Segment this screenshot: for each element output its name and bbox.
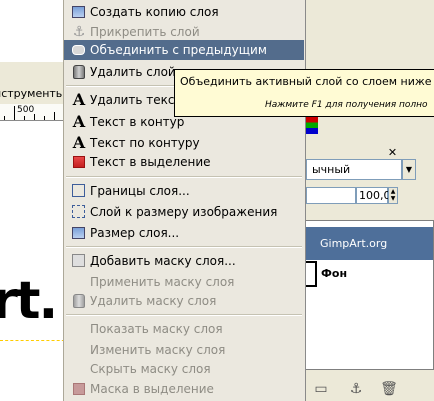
text-tool-icon: A xyxy=(72,133,86,152)
tooltip: Объединить активный слой со слоем ниже в… xyxy=(174,69,434,117)
ruler-tick xyxy=(24,116,25,120)
menu-item-label: Размер слоя... xyxy=(90,226,180,240)
opacity-value: 100,0 xyxy=(359,189,391,202)
chevron-down-icon[interactable]: ▼ xyxy=(402,159,416,180)
menu-item-label: Слой к размеру изображения xyxy=(90,205,278,219)
menu-item-merge-down[interactable]: Объединить с предыдущим xyxy=(64,40,304,60)
menu-item-text-along-path[interactable]: A Текст по контуру xyxy=(64,133,304,153)
add-mask-icon xyxy=(71,253,87,269)
menu-item-layer-boundary-size[interactable]: Границы слоя... xyxy=(64,181,304,201)
menu-item-label: Текст в выделение xyxy=(90,155,211,169)
layers-bottom-toolbar: ▭ ⚓ 🗑 xyxy=(302,376,434,401)
scale-layer-icon xyxy=(71,225,87,241)
layers-list: GimpArt.org Фон xyxy=(302,220,434,370)
layer-to-image-size-icon xyxy=(71,204,87,220)
menu-item-label: Удалить слой xyxy=(90,65,176,79)
menu-item-mask-to-selection[interactable]: Маска в выделение xyxy=(64,379,304,399)
ruler-tick xyxy=(54,112,55,120)
menu-item-label: Объединить с предыдущим xyxy=(90,43,267,57)
layer-row-selected[interactable]: GimpArt.org xyxy=(303,227,433,260)
trash-can-icon xyxy=(71,293,87,309)
menu-item-duplicate-layer[interactable]: Создать копию слоя xyxy=(64,2,304,22)
anchor-layer-icon[interactable]: ⚓ xyxy=(347,380,365,398)
selection-red-icon xyxy=(71,381,87,397)
menu-separator xyxy=(66,314,302,316)
horizontal-ruler: 500 xyxy=(0,104,70,121)
close-icon[interactable]: ✕ xyxy=(386,146,399,159)
new-layer-icon[interactable]: ▭ xyxy=(312,380,330,398)
text-tool-icon: A xyxy=(72,90,86,109)
trash-can-icon xyxy=(71,64,87,80)
menu-item-label: Удалить маску слоя xyxy=(90,294,217,308)
menu-separator xyxy=(66,176,302,178)
menu-item-scale-layer[interactable]: Размер слоя... xyxy=(64,223,304,243)
layers-dock: ✕ ычный ▼ 100,0 ▲ ▼ GimpArt.org Фон ▭ ⚓ 🗑 xyxy=(300,0,434,401)
opacity-input[interactable]: 100,0 xyxy=(356,187,391,204)
menu-item-label: Изменить маску слоя xyxy=(90,343,226,357)
channels-tab-icon[interactable] xyxy=(306,117,318,134)
image-canvas[interactable]: rt. xyxy=(0,121,70,401)
toolbar-label: нструменть xyxy=(0,87,63,100)
menu-item-layer-to-image-size[interactable]: Слой к размеру изображения xyxy=(64,202,304,222)
ruler-tick xyxy=(34,114,35,120)
tooltip-hint: Нажмите F1 для получения полно xyxy=(265,100,428,110)
layer-name: GimpArt.org xyxy=(320,237,388,250)
mode-select-value: ычный xyxy=(312,163,351,176)
menu-item-show-layer-mask[interactable]: Показать маску слоя xyxy=(64,319,304,339)
layer-name[interactable]: Фон xyxy=(321,267,347,280)
selection-red-icon xyxy=(71,154,87,170)
menu-item-label: Показать маску слоя xyxy=(90,322,223,336)
canvas-text: rt. xyxy=(0,271,58,331)
menu-item-label: Применить маску слоя xyxy=(90,275,235,289)
menu-item-label: Маска в выделение xyxy=(90,382,214,396)
canvas-top-area xyxy=(0,0,70,62)
menu-item-label: Текст в контур xyxy=(90,115,185,129)
ruler-tick xyxy=(14,106,15,120)
opacity-slider[interactable] xyxy=(306,187,356,204)
layer-boundary-dash xyxy=(0,340,70,341)
ruler-tick xyxy=(4,116,5,120)
tooltip-text: Объединить активный слой со слоем ниже в xyxy=(180,75,434,88)
mode-select[interactable]: ычный xyxy=(306,159,402,180)
merge-down-icon xyxy=(71,42,87,58)
ruler-label: 500 xyxy=(17,105,35,115)
text-tool-icon: A xyxy=(72,112,86,131)
menu-item-delete-layer-mask[interactable]: Удалить маску слоя xyxy=(64,291,304,311)
layer-boundary-icon xyxy=(71,183,87,199)
menu-item-label: Текст по контуру xyxy=(90,136,200,150)
menu-item-label: Прикрепить слой xyxy=(90,25,200,39)
menu-item-add-layer-mask[interactable]: Добавить маску слоя... xyxy=(64,251,304,271)
image-window-toolbar: нструменть xyxy=(0,62,70,105)
menu-item-label: Создать копию слоя xyxy=(90,5,219,19)
menu-separator xyxy=(66,246,302,248)
anchor-icon: ⚓ xyxy=(72,24,86,40)
duplicate-layer-icon xyxy=(71,4,87,20)
opacity-spin-buttons[interactable]: ▲ ▼ xyxy=(388,187,398,204)
menu-item-text-to-selection[interactable]: Текст в выделение xyxy=(64,152,304,172)
ruler-tick xyxy=(44,116,45,120)
trash-can-icon[interactable]: 🗑 xyxy=(380,380,398,398)
menu-item-label: Границы слоя... xyxy=(90,184,190,198)
menu-item-disable-layer-mask[interactable]: Скрыть маску слоя xyxy=(64,359,304,379)
menu-item-apply-layer-mask[interactable]: Применить маску слоя xyxy=(64,272,304,292)
menu-item-label: Скрыть маску слоя xyxy=(90,362,211,376)
menu-item-label: Добавить маску слоя... xyxy=(90,254,236,268)
layer-context-menu: Создать копию слоя ⚓ Прикрепить слой Объ… xyxy=(63,0,306,401)
menu-item-anchor-layer[interactable]: ⚓ Прикрепить слой xyxy=(64,22,304,42)
menu-item-edit-layer-mask[interactable]: Изменить маску слоя xyxy=(64,340,304,360)
